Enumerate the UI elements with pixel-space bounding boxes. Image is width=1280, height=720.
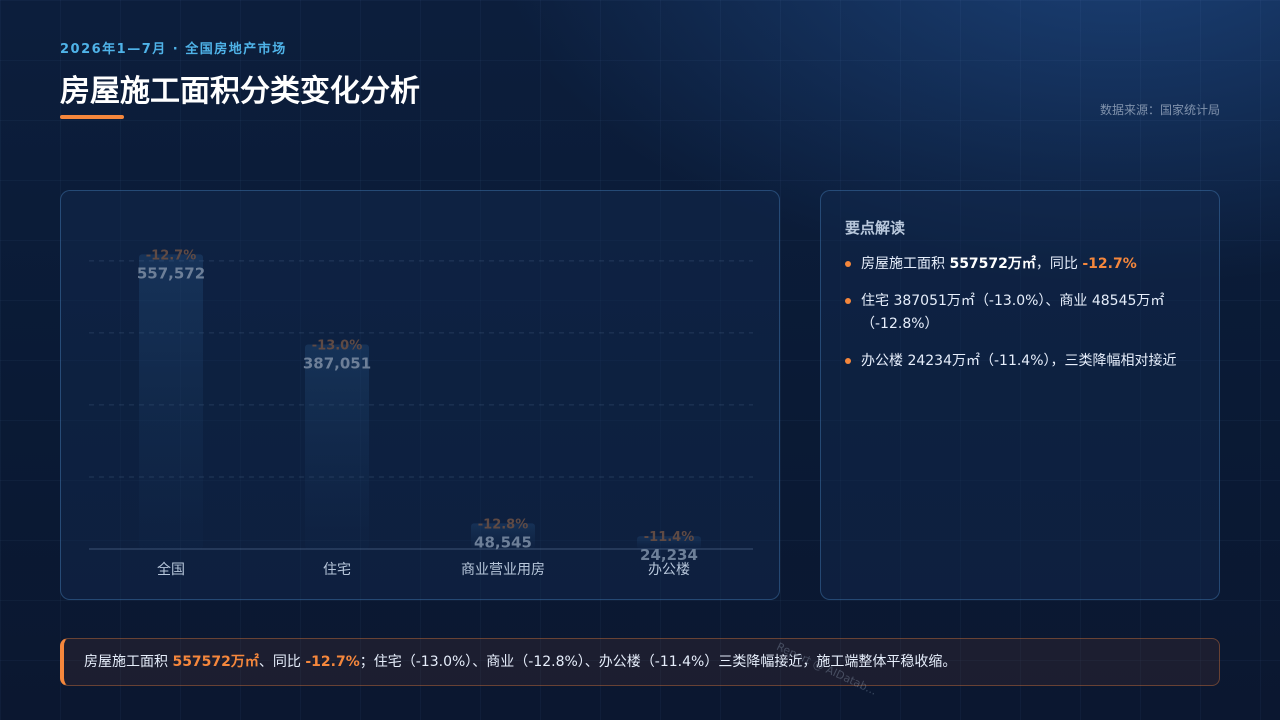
insight-text: 房屋施工面积 <box>861 256 950 272</box>
conclusion-highlight-value: 557572万㎡ <box>172 654 259 670</box>
insight-highlight-change: -12.7% <box>1082 256 1137 272</box>
conclusion-banner: 房屋施工面积 557572万㎡、同比 -12.7%；住宅（-13.0%）、商业（… <box>60 638 1220 686</box>
chart-card: 557,572 -12.7% 全国 387,051 -13.0% 住宅 48,545 -12.… <box>60 190 780 600</box>
insight-text: 住宅 387051万㎡（-13.0%）、商业 48545万㎡（-12.8%） <box>861 293 1165 332</box>
category-label: 住宅 <box>323 562 351 578</box>
bar-change-label: -13.0% <box>312 339 363 354</box>
insight-list: 房屋施工面积 557572万㎡，同比 -12.7% 住宅 387051万㎡（-1… <box>845 253 1197 387</box>
page-title: 房屋施工面积分类变化分析 <box>60 74 420 109</box>
bar-change-label: -11.4% <box>644 530 695 545</box>
title-underline <box>60 115 124 119</box>
category-label: 全国 <box>157 561 185 578</box>
chart-bars <box>139 254 701 549</box>
insight-item: 房屋施工面积 557572万㎡，同比 -12.7% <box>845 253 1197 276</box>
bar-value-label: 48,545 <box>474 533 532 551</box>
bar-value-label: 387,051 <box>303 355 371 373</box>
conclusion-text: 房屋施工面积 <box>84 654 173 670</box>
bar-chart: 557,572-12.7% 全国 387,051-13.0% 住宅 48,545-12.… <box>89 248 753 578</box>
conclusion-text: 、同比 <box>258 654 306 670</box>
category-label: 商业营业用房 <box>461 562 545 578</box>
eyebrow-label: 2026年1—7月 · 全国房地产市场 <box>60 42 287 57</box>
insight-heading: 要点解读 <box>845 219 906 237</box>
conclusion-text: ；住宅（-13.0%）、商业（-12.8%）、办公楼（-11.4%）三类降幅接近… <box>359 654 957 670</box>
bar-change-label: -12.8% <box>478 517 529 532</box>
bar <box>139 254 203 549</box>
chart-labels: 557,572-12.7% 全国 387,051-13.0% 住宅 48,545-12.… <box>137 248 698 578</box>
insight-item: 办公楼 24234万㎡（-11.4%），三类降幅相对接近 <box>845 350 1197 373</box>
bullet-dot <box>845 261 851 267</box>
category-label: 办公楼 <box>648 562 690 578</box>
bar-value-label: 557,572 <box>137 264 205 282</box>
insight-highlight-value: 557572万㎡ <box>949 256 1036 272</box>
bullet-dot <box>845 358 851 364</box>
insight-item: 住宅 387051万㎡（-13.0%）、商业 48545万㎡（-12.8%） <box>845 290 1197 336</box>
bar-change-label: -12.7% <box>146 248 197 263</box>
insight-text: 办公楼 24234万㎡（-11.4%），三类降幅相对接近 <box>861 353 1177 369</box>
insight-card: 要点解读 房屋施工面积 557572万㎡，同比 -12.7% 住宅 387051… <box>820 190 1220 600</box>
insight-text: ，同比 <box>1035 256 1083 272</box>
bullet-dot <box>845 298 851 304</box>
bar <box>305 344 369 549</box>
conclusion-highlight-change: -12.7% <box>305 654 360 670</box>
data-source: 数据来源：国家统计局 <box>1099 103 1220 117</box>
